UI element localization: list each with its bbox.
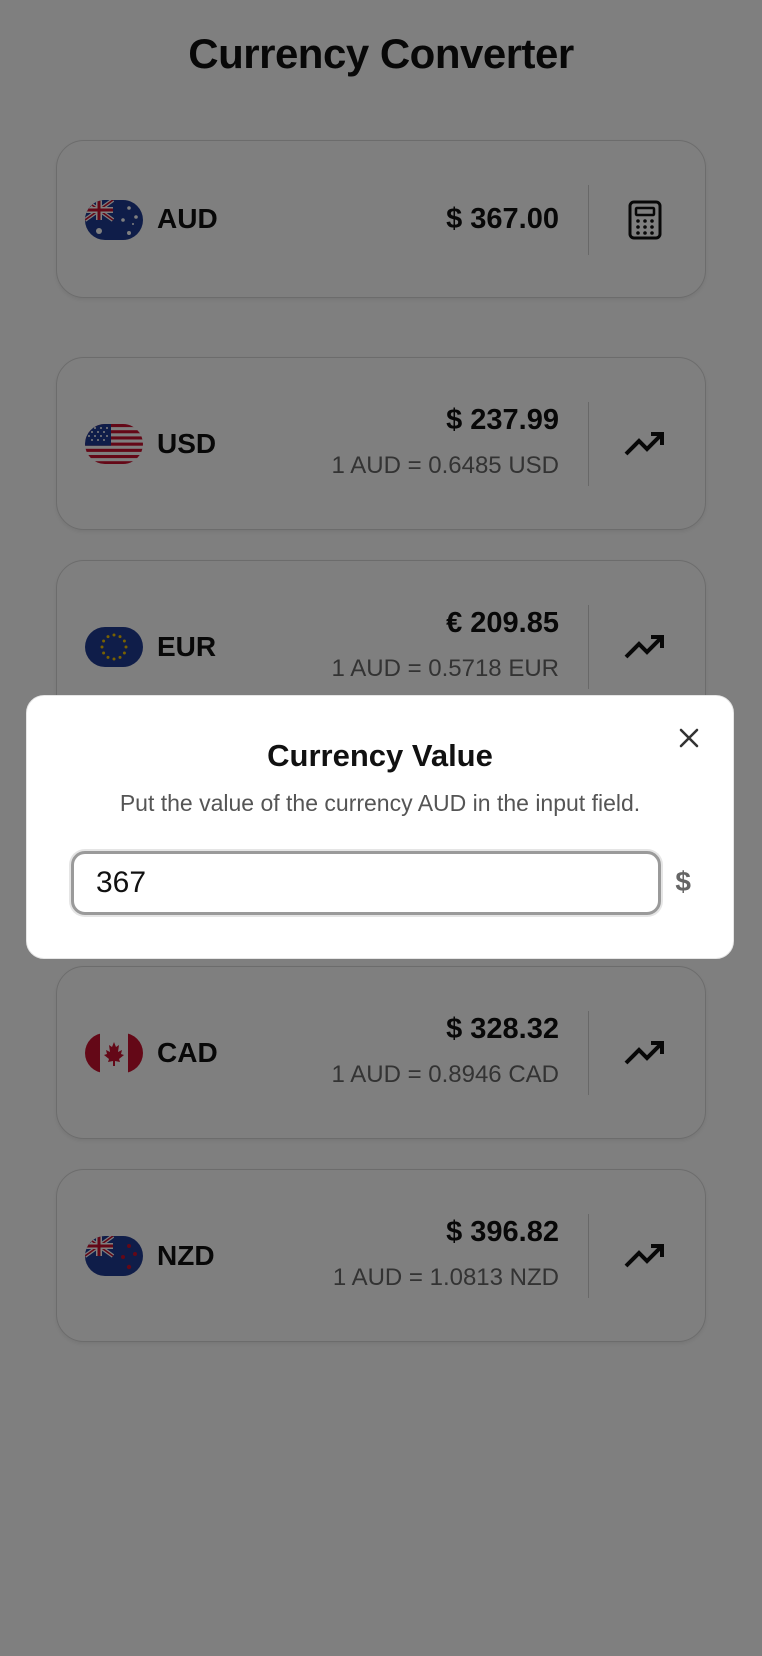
- currency-value-input[interactable]: [71, 851, 661, 915]
- currency-value-modal: Currency Value Put the value of the curr…: [26, 695, 734, 959]
- modal-description: Put the value of the currency AUD in the…: [119, 790, 641, 816]
- currency-symbol: $: [675, 866, 691, 897]
- modal-title: Currency Value: [267, 738, 493, 773]
- currency-converter-screen: Currency Converter AUD $ 367.00: [0, 0, 762, 1656]
